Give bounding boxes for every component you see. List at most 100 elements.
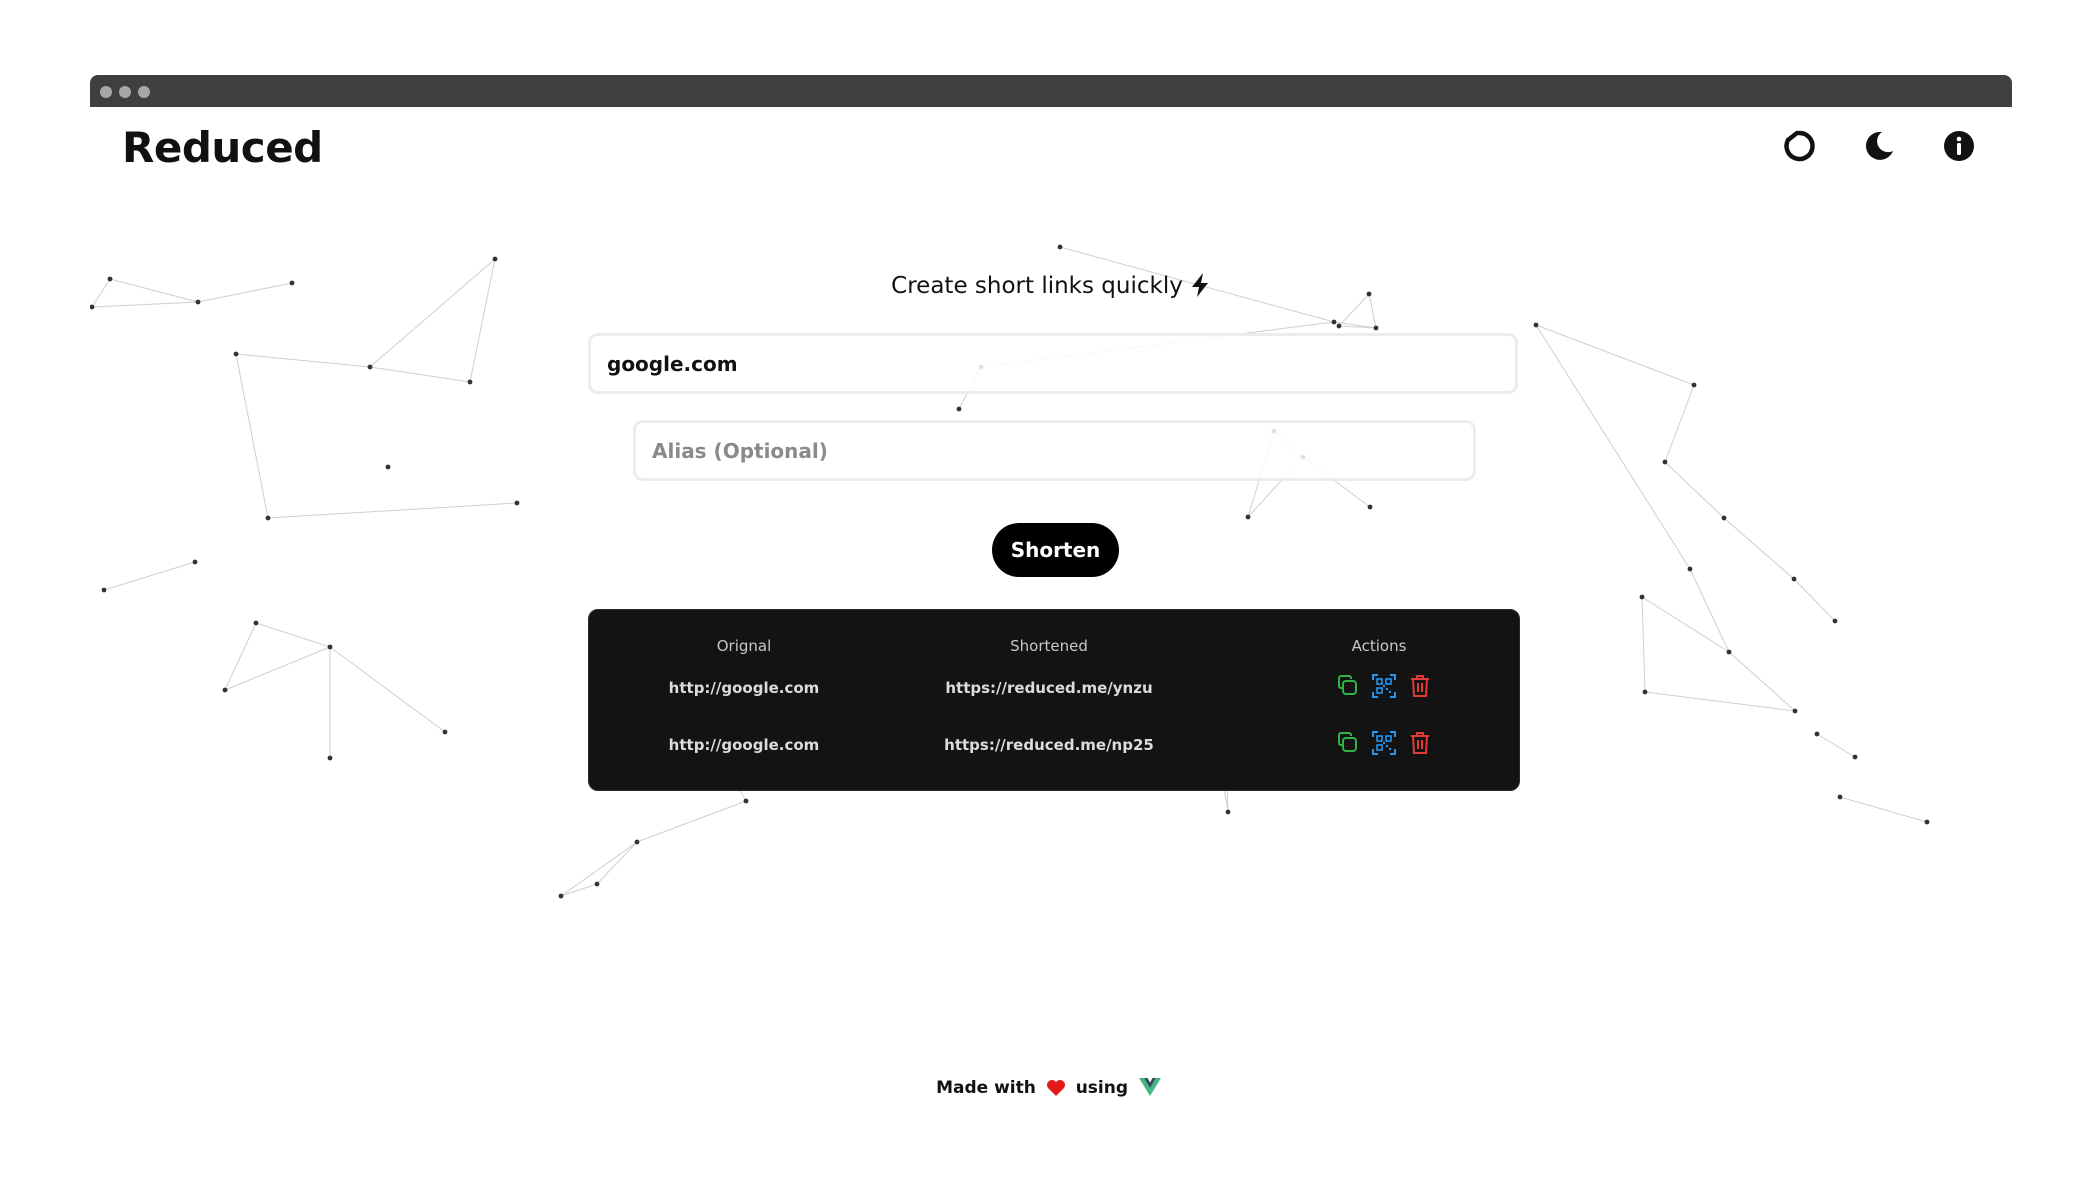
network-node [1814,731,1820,737]
network-link [267,502,518,519]
trash-icon[interactable] [1407,673,1433,699]
network-link [369,366,471,383]
network-node [1791,576,1797,582]
network-link [1368,293,1377,329]
network-link [103,561,196,591]
network-node [195,299,201,305]
network-node [1687,566,1693,572]
alias-input[interactable] [633,420,1476,481]
network-node [467,379,473,385]
network-link [596,841,638,885]
row1-original-url: http://google.com [668,679,820,697]
network-node [1367,504,1373,510]
footer-made-with: Made with [936,1078,1036,1098]
network-node [1245,514,1251,520]
url-input[interactable] [588,333,1518,394]
network-link [1664,384,1695,463]
network-node [233,351,239,357]
network-node [1373,325,1379,331]
qr-code-icon[interactable] [1371,673,1397,699]
refresh-icon[interactable] [1782,129,1816,163]
network-link [1793,578,1836,622]
window-dot-maximize[interactable] [138,86,150,98]
network-link [1535,324,1695,386]
tagline-text: Create short links quickly [891,273,1183,299]
network-node [101,587,107,593]
network-link [1728,651,1796,712]
network-node [442,729,448,735]
network-node [1662,459,1668,465]
network-link [1535,324,1691,570]
network-link [235,353,269,519]
network-link [1816,733,1856,758]
row2-shortened-url[interactable]: https://reduced.me/np25 [919,736,1179,754]
info-icon[interactable] [1942,129,1976,163]
row1-actions [1335,673,1433,699]
network-link [1839,796,1928,823]
network-node [1533,322,1539,328]
shorten-button[interactable]: Shorten [992,523,1119,577]
qr-code-icon[interactable] [1371,730,1397,756]
network-link [224,646,331,691]
moon-icon[interactable] [1862,129,1896,163]
tagline: Create short links quickly [90,272,2012,299]
network-link [560,841,638,897]
network-node [1639,594,1645,600]
column-header-actions: Actions [1351,637,1407,655]
copy-icon[interactable] [1335,673,1361,699]
network-link [1644,691,1796,712]
network-link [329,646,446,733]
row1-shortened-url[interactable]: https://reduced.me/ynzu [919,679,1179,697]
vue-logo-icon [1138,1078,1161,1096]
network-node [253,620,259,626]
network-node [1336,323,1342,329]
network-node [634,839,640,845]
network-node [1792,708,1798,714]
window-dot-close[interactable] [100,86,112,98]
network-node [1832,618,1838,624]
network-node [367,364,373,370]
window-dot-minimize[interactable] [119,86,131,98]
network-node [1642,689,1648,695]
network-link [235,353,371,368]
network-node [492,256,498,262]
footer: Made with using [90,1077,2012,1098]
brand-logo[interactable]: Reduced [122,123,323,172]
row2-original-url: http://google.com [668,736,820,754]
network-node [90,304,95,310]
network-node [1837,794,1843,800]
network-link [224,622,257,691]
network-node [385,464,391,470]
network-node [558,893,564,899]
network-node [1691,382,1697,388]
network-link [1664,461,1725,519]
page-viewport: Reduced Create short links quickly Short… [90,107,2012,1067]
column-header-shortened: Shortened [1010,637,1088,655]
network-node [327,644,333,650]
network-link [255,622,331,648]
network-node [1852,754,1858,760]
lightning-icon [1191,273,1208,297]
network-node [327,755,333,761]
network-background [90,244,1930,899]
copy-icon[interactable] [1335,730,1361,756]
column-header-original: Orignal [716,637,772,655]
trash-icon[interactable] [1407,730,1433,756]
row2-actions [1335,730,1433,756]
network-node [1924,819,1930,825]
network-node [265,515,271,521]
network-node [222,687,228,693]
network-node [514,500,520,506]
network-node [956,406,962,412]
links-table: Orignal Shortened Actions http://google.… [588,609,1520,791]
network-node [743,798,749,804]
heart-icon [1046,1080,1065,1096]
network-node [594,881,600,887]
network-node [1225,809,1231,815]
network-link [1641,596,1646,693]
network-node [1057,244,1063,250]
network-link [636,800,747,843]
network-node [1726,649,1732,655]
network-link [91,301,199,308]
network-link [560,883,598,897]
